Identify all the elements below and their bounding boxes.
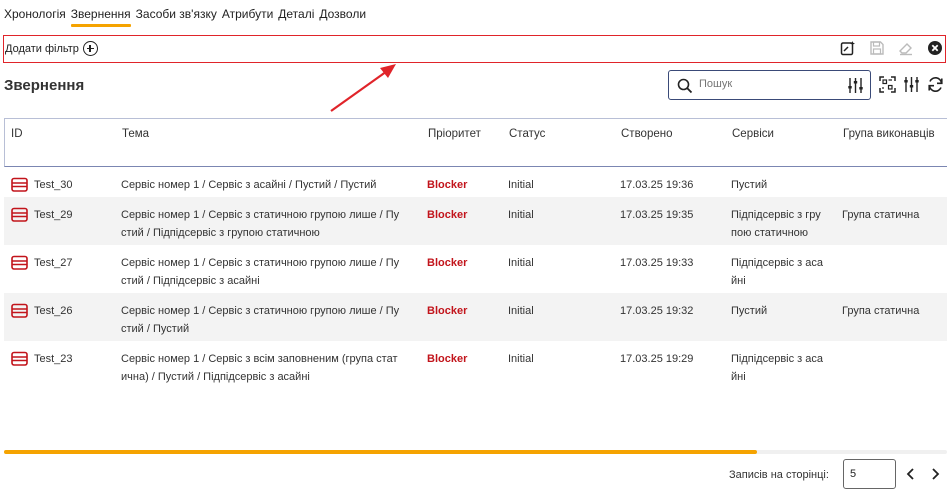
col-created[interactable]: Створено	[621, 128, 673, 140]
table-header: ID Тема Пріоритет Статус Створено Сервіс…	[4, 118, 947, 167]
cell-status: Initial	[508, 179, 534, 191]
cell-id[interactable]: Test_27	[34, 254, 73, 272]
horizontal-scrollbar[interactable]	[4, 450, 757, 454]
add-filter-button[interactable]: Додати фільтр	[5, 41, 98, 56]
col-status[interactable]: Статус	[509, 128, 545, 140]
cell-topic: Сервіс номер 1 / Сервіс з асайні / Пусти…	[121, 179, 377, 191]
filter-bar: Додати фільтр	[3, 35, 946, 63]
folder-icon	[11, 177, 28, 192]
cell-status: Initial	[508, 209, 534, 221]
tab-chronology[interactable]: Хронологія	[4, 6, 66, 27]
save-filter-icon[interactable]	[840, 40, 856, 56]
cell-topic: Сервіс номер 1 / Сервіс з всім заповнени…	[121, 353, 398, 383]
cell-priority: Blocker	[427, 179, 468, 191]
folder-icon	[11, 351, 28, 366]
cell-services: Пустий	[731, 179, 768, 191]
folder-icon	[11, 303, 28, 318]
cell-id[interactable]: Test_30	[34, 176, 73, 194]
cell-status: Initial	[508, 257, 534, 269]
tab-details[interactable]: Деталі	[278, 6, 314, 27]
cell-priority: Blocker	[427, 305, 468, 317]
add-filter-label: Додати фільтр	[5, 42, 79, 55]
table-row[interactable]: Test_23 Сервіс номер 1 / Сервіс з всім з…	[4, 341, 947, 389]
col-executor-group[interactable]: Група виконавців	[843, 128, 935, 140]
col-id[interactable]: ID	[11, 128, 23, 140]
sliders-icon[interactable]	[847, 77, 864, 94]
qr-icon[interactable]	[879, 76, 896, 93]
cell-group: Група статична	[842, 209, 920, 221]
save-icon[interactable]	[869, 40, 885, 56]
col-services[interactable]: Сервіси	[732, 128, 774, 140]
columns-icon[interactable]	[903, 76, 920, 93]
eraser-icon[interactable]	[898, 40, 914, 56]
cell-created: 17.03.25 19:32	[620, 305, 694, 317]
cell-services: Пустий	[731, 305, 768, 317]
cell-status: Initial	[508, 353, 534, 365]
col-priority[interactable]: Пріоритет	[428, 128, 481, 140]
tab-contacts[interactable]: Засоби зв'язку	[136, 6, 217, 27]
tab-permissions[interactable]: Дозволи	[319, 6, 366, 27]
cell-group: Група статична	[842, 305, 920, 317]
page-size-label: Записів на сторінці:	[729, 469, 829, 481]
tab-bar: Хронологія Звернення Засоби зв'язку Атри…	[4, 6, 366, 27]
tab-requests[interactable]: Звернення	[70, 6, 131, 27]
cell-status: Initial	[508, 305, 534, 317]
page-size-input[interactable]	[843, 459, 896, 489]
cell-topic: Сервіс номер 1 / Сервіс з статичною груп…	[121, 305, 400, 335]
cell-services: Підпідсервіс з аса йні	[731, 257, 824, 287]
cell-id[interactable]: Test_26	[34, 302, 73, 320]
cell-priority: Blocker	[427, 209, 468, 221]
close-circle-icon[interactable]	[927, 40, 943, 56]
table-row[interactable]: Test_27 Сервіс номер 1 / Сервіс з статич…	[4, 245, 947, 293]
cell-id[interactable]: Test_29	[34, 206, 73, 224]
search-icon	[677, 78, 693, 94]
cell-priority: Blocker	[427, 353, 468, 365]
table-row[interactable]: Test_26 Сервіс номер 1 / Сервіс з статич…	[4, 293, 947, 341]
annotation-arrow	[330, 64, 396, 112]
chevron-right-icon[interactable]	[927, 466, 943, 482]
chevron-left-icon[interactable]	[903, 466, 919, 482]
cell-id[interactable]: Test_23	[34, 350, 73, 368]
search-input[interactable]	[699, 78, 839, 90]
cell-created: 17.03.25 19:29	[620, 353, 694, 365]
search-box[interactable]	[668, 70, 871, 100]
cell-created: 17.03.25 19:35	[620, 209, 694, 221]
tab-attributes[interactable]: Атрибути	[222, 6, 273, 27]
cell-services: Підпідсервіс з гру пою статичною	[731, 209, 821, 239]
folder-icon	[11, 207, 28, 222]
table-row[interactable]: Test_29 Сервіс номер 1 / Сервіс з статич…	[4, 197, 947, 245]
cell-created: 17.03.25 19:36	[620, 179, 694, 191]
add-filter-icon	[82, 41, 98, 56]
folder-icon	[11, 255, 28, 270]
refresh-icon[interactable]	[927, 76, 944, 93]
cell-topic: Сервіс номер 1 / Сервіс з статичною груп…	[121, 209, 400, 239]
cell-priority: Blocker	[427, 257, 468, 269]
cell-created: 17.03.25 19:33	[620, 257, 694, 269]
cell-topic: Сервіс номер 1 / Сервіс з статичною груп…	[121, 257, 400, 287]
cell-services: Підпідсервіс з аса йні	[731, 353, 824, 383]
page-title: Звернення	[4, 77, 85, 94]
col-topic[interactable]: Тема	[122, 128, 149, 140]
